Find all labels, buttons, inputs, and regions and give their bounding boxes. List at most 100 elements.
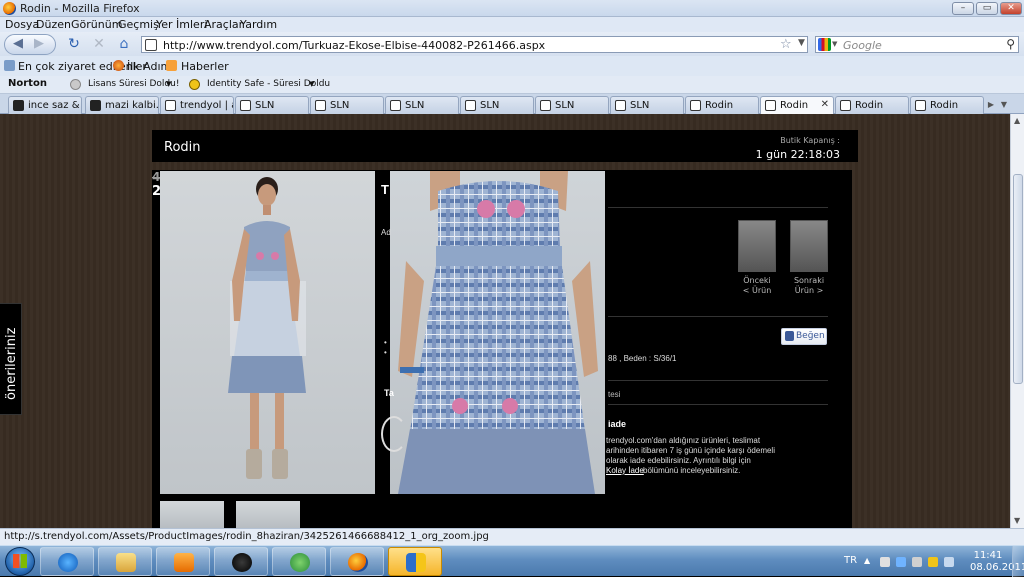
tray-flag-icon[interactable] [880,557,890,567]
tab[interactable]: SLN [535,96,609,114]
tab-label: Rodin [780,100,809,111]
search-input[interactable]: Google [843,39,882,52]
tab-label: SLN [630,100,650,111]
next-product-link[interactable]: Sonraki Ürün > [787,276,831,296]
bookmark-news[interactable]: Haberler [181,60,229,73]
tray-network-icon[interactable] [896,557,906,567]
tab-favicon-icon [390,100,401,111]
menu-file[interactable]: Dosya [5,18,39,31]
tab[interactable]: SLN [460,96,534,114]
language-indicator[interactable]: TR [844,555,857,566]
tab[interactable]: SLN [235,96,309,114]
scroll-up-icon[interactable]: ▲ [1014,116,1020,125]
home-icon[interactable]: ⌂ [114,35,134,53]
menu-edit[interactable]: Düzen [36,18,71,31]
chevron-down-icon[interactable]: ▼ [166,80,171,88]
taskbar-explorer[interactable] [98,547,152,576]
chevron-down-icon[interactable]: ▼ [309,80,314,88]
menu-tools[interactable]: Araçlar [204,18,243,31]
menu-view[interactable]: Görünüm [71,18,122,31]
google-icon[interactable] [818,38,831,51]
stop-icon[interactable]: ✕ [89,35,109,53]
recommendations-label: önerileriniz [4,327,19,400]
address-bar[interactable]: http://www.trendyol.com/Turkuaz-Ekose-El… [141,36,808,53]
product-thumbnail[interactable] [236,501,300,528]
page-scrollbar[interactable]: ▲ ▼ [1010,114,1024,528]
divider [608,404,828,405]
forward-arrow-icon[interactable]: ▶ [34,36,44,51]
tab[interactable]: Rodin [685,96,759,114]
search-icon[interactable]: ⚲ [1006,37,1015,51]
menu-bookmarks[interactable]: Yer İmleri [156,18,207,31]
menu-history[interactable]: Geçmiş [118,18,159,31]
tab[interactable]: SLN [310,96,384,114]
tab[interactable]: SLN [385,96,459,114]
recommendations-side-tab[interactable]: önerileriniz [0,303,22,415]
tab[interactable]: trendyol | a... [160,96,234,114]
bookmark-first-steps[interactable]: İlk Adım [127,60,171,73]
show-desktop-button[interactable] [1012,546,1024,577]
page-content: önerileriniz Rodin Butik Kapanış : 1 gün… [0,114,1010,528]
previous-product-link[interactable]: Önceki < Ürün [735,276,779,296]
size-info: 88 , Beden : S/36/1 [608,354,677,363]
taskbar-media-player[interactable] [156,547,210,576]
return-icon [381,416,407,452]
search-engine-dropdown-icon[interactable]: ▼ [832,40,837,48]
norton-logo[interactable]: Norton [8,78,47,89]
address-dropdown-icon[interactable]: ▼ [798,38,805,48]
tab-favicon-icon [690,100,701,111]
scroll-down-icon[interactable]: ▼ [1014,516,1020,525]
tray-expand-icon[interactable]: ▲ [864,556,870,565]
tab-active[interactable]: Rodin ✕ [760,96,834,115]
start-button[interactable] [5,547,35,576]
close-tab-icon[interactable]: ✕ [821,99,829,110]
tab-label: Rodin [705,100,734,111]
firefox-bookmark-icon [113,60,124,71]
window-title: Rodin - Mozilla Firefox [20,2,140,15]
clock[interactable]: 11:41 08.06.2011 [970,550,1024,574]
minimize-button[interactable]: – [952,2,974,15]
info-tab-fragment[interactable]: Ta [384,388,394,398]
tab-favicon-icon [13,100,24,111]
tab-label: SLN [255,100,275,111]
tray-volume-icon[interactable] [944,557,954,567]
product-main-image[interactable] [160,171,375,494]
taskbar-ie[interactable] [40,547,94,576]
easy-return-link[interactable]: Kolay İade [606,466,644,475]
internet-explorer-icon [58,553,78,572]
tab-scroll-right-icon[interactable]: ▶ [985,97,997,113]
tray-norton-icon[interactable] [928,557,938,567]
search-bar[interactable]: ▼ Google ⚲ [815,36,1019,53]
previous-product-thumbnail[interactable] [738,220,776,272]
taskbar-hp[interactable] [214,547,268,576]
return-title: iade [608,419,627,429]
close-window-button[interactable]: ✕ [1000,2,1022,15]
menu-help[interactable]: Yardım [240,18,277,31]
reload-icon[interactable]: ↻ [64,35,84,53]
product-thumbnail[interactable] [160,501,224,528]
return-text-4: bölümünü inceleyebilirsiniz. [643,466,741,475]
tray-power-icon[interactable] [912,557,922,567]
tab[interactable]: mazi kalbi... [85,96,159,114]
tab-list-icon[interactable]: ▼ [998,97,1010,113]
maximize-button[interactable]: ▭ [976,2,998,15]
facebook-like-button[interactable]: Beğen [781,328,827,345]
taskbar-security[interactable] [388,547,442,576]
info-tab2-fragment[interactable]: tesi [608,390,620,399]
next-product-thumbnail[interactable] [790,220,828,272]
scrollbar-thumb[interactable] [1013,174,1023,384]
tab[interactable]: SLN [610,96,684,114]
tab[interactable]: Rodin [910,96,984,114]
taskbar-firefox[interactable] [330,547,384,576]
clock-date: 08.06.2011 [970,562,1024,573]
tab[interactable]: Rodin [835,96,909,114]
address-url[interactable]: http://www.trendyol.com/Turkuaz-Ekose-El… [163,39,545,52]
tab-favicon-icon [840,100,851,111]
tab-favicon-icon [165,100,176,111]
bookmarks-toolbar: En çok ziyaret edilenler İlk Adım Haberl… [0,56,1024,76]
tab[interactable]: ince saz & ... [8,96,82,114]
return-text-2: arihinden itibaren 7 iş günü içinde karş… [606,446,775,455]
taskbar-messenger[interactable] [272,547,326,576]
bookmark-star-icon[interactable]: ☆ [780,37,792,52]
back-arrow-icon[interactable]: ◀ [13,36,23,51]
